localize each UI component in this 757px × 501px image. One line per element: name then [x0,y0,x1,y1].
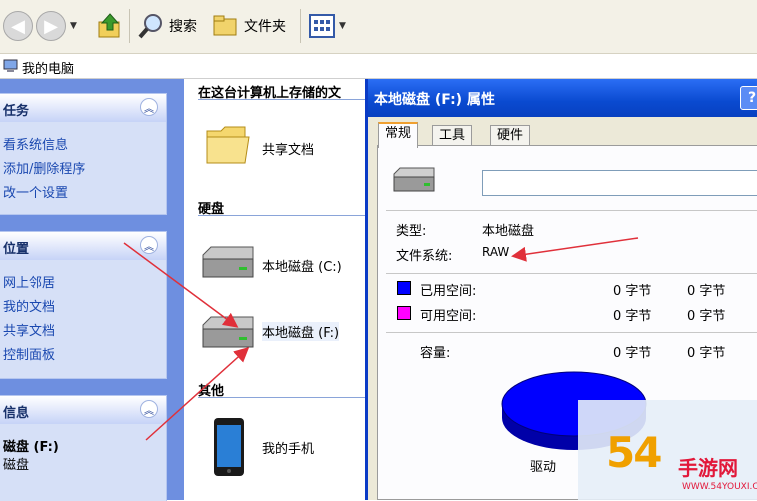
watermark: 54 手游网 WWW.54YOUXI.COM [578,400,757,500]
arrow-from-details [145,346,250,441]
arrow-to-drive-f [123,242,239,328]
watermark-text: 手游网 [678,456,738,480]
watermark-url: WWW.54YOUXI.COM [682,482,757,492]
tab-general[interactable]: 常规 [378,122,419,148]
watermark-number: 54 [606,428,662,477]
arrow-to-raw [511,237,639,262]
